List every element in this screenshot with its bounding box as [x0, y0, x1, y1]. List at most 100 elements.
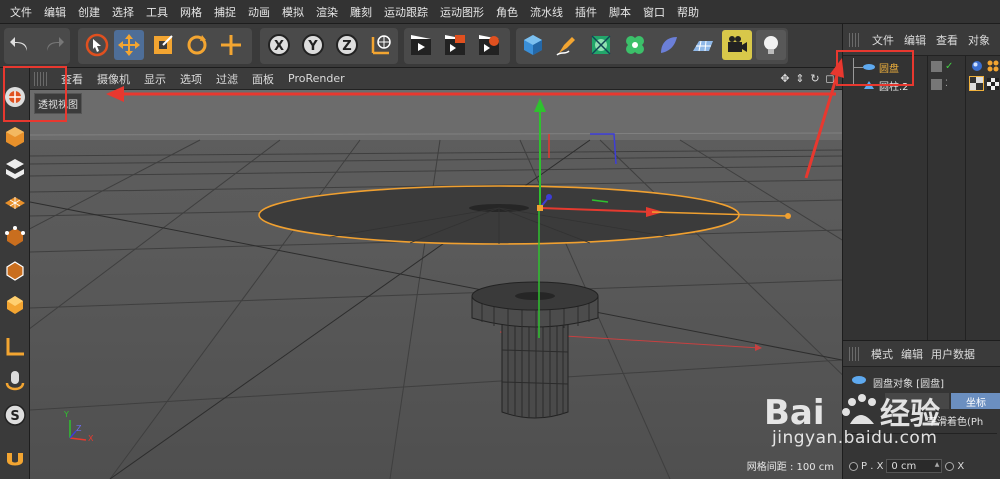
- cloner-icon[interactable]: [620, 30, 650, 60]
- panel-grip[interactable]: [849, 346, 861, 361]
- scale-icon[interactable]: [148, 30, 178, 60]
- layer-icon[interactable]: [931, 79, 942, 90]
- undo-icon[interactable]: [6, 30, 36, 60]
- world-coordinates-icon[interactable]: [366, 30, 396, 60]
- snap-icon[interactable]: S: [2, 402, 28, 428]
- workplane-mode-icon[interactable]: [2, 188, 28, 214]
- menu-simulate[interactable]: 模拟: [276, 4, 310, 20]
- scale-x-radio[interactable]: [945, 461, 955, 471]
- viewport-menu-options[interactable]: 选项: [173, 71, 209, 87]
- orbit-icon[interactable]: ↻: [809, 71, 821, 85]
- attr-menu-edit[interactable]: 编辑: [897, 346, 927, 362]
- column-divider: [965, 56, 966, 340]
- menu-sculpt[interactable]: 雕刻: [344, 4, 378, 20]
- attr-menu-user-data[interactable]: 用户数据: [927, 346, 979, 362]
- viewport-menu-display[interactable]: 显示: [137, 71, 173, 87]
- pan-icon[interactable]: ✥: [779, 71, 791, 85]
- viewport-menu-panel[interactable]: 面板: [245, 71, 281, 87]
- menu-help[interactable]: 帮助: [671, 4, 705, 20]
- menu-window[interactable]: 窗口: [637, 4, 671, 20]
- menu-render[interactable]: 渲染: [310, 4, 344, 20]
- menu-character[interactable]: 角色: [490, 4, 524, 20]
- pen-icon[interactable]: [552, 30, 582, 60]
- x-axis-lock-icon[interactable]: X: [264, 30, 294, 60]
- axis-mode-icon[interactable]: [2, 334, 28, 360]
- cube-icon[interactable]: [518, 30, 548, 60]
- snap-glyph: S: [10, 409, 19, 424]
- y-axis-lock-glyph: Y: [307, 39, 318, 54]
- move-icon[interactable]: [114, 30, 144, 60]
- sky-band: [30, 90, 842, 140]
- main-toolbar: X Y Z: [0, 24, 842, 68]
- layer-icon[interactable]: [931, 61, 942, 72]
- disc-object[interactable]: [258, 185, 740, 245]
- menu-snap[interactable]: 捕捉: [208, 4, 242, 20]
- perspective-viewport[interactable]: 透视视图 Y X Z 网格间距 : 100 cm: [30, 90, 842, 479]
- objmgr-menu-file[interactable]: 文件: [867, 32, 899, 48]
- magnet-icon[interactable]: [2, 446, 28, 472]
- objmgr-menu-view[interactable]: 查看: [931, 32, 963, 48]
- render-view-icon[interactable]: [406, 30, 436, 60]
- position-x-label: P . X: [861, 460, 884, 472]
- enabled-check-icon[interactable]: ✓: [945, 61, 956, 72]
- position-x-field[interactable]: 0 cm: [886, 459, 943, 473]
- tweak-mode-icon[interactable]: [2, 368, 28, 394]
- viewport-menu-cameras[interactable]: 摄像机: [90, 71, 137, 87]
- render-settings-icon[interactable]: [474, 30, 504, 60]
- menu-plugins[interactable]: 插件: [569, 4, 603, 20]
- menu-tools[interactable]: 工具: [140, 4, 174, 20]
- floor-icon[interactable]: [688, 30, 718, 60]
- render-picture-viewer-icon[interactable]: [440, 30, 470, 60]
- material-tag-icon[interactable]: [987, 60, 999, 72]
- viewport-menu-filter[interactable]: 过滤: [209, 71, 245, 87]
- menu-edit[interactable]: 编辑: [38, 4, 72, 20]
- redo-icon[interactable]: [38, 30, 68, 60]
- recent-tools-icon[interactable]: [216, 30, 246, 60]
- menu-select[interactable]: 选择: [106, 4, 140, 20]
- menu-pipeline[interactable]: 流水线: [524, 4, 569, 20]
- disc-radius-handle[interactable]: [785, 213, 791, 219]
- z-axis-lock-icon[interactable]: Z: [332, 30, 362, 60]
- viewport-menu-bar: 查看 摄像机 显示 选项 过滤 面板 ProRender ✥ ⇕ ↻ ◻: [30, 68, 842, 90]
- x-axis-lock-glyph: X: [274, 39, 284, 54]
- object-axis-origin[interactable]: [537, 205, 543, 211]
- subdivision-icon[interactable]: [586, 30, 616, 60]
- objmgr-menu-edit[interactable]: 编辑: [899, 32, 931, 48]
- texture-tag-icon[interactable]: [969, 76, 984, 91]
- visibility-dots-icon[interactable]: ⁚: [945, 79, 956, 90]
- menu-script[interactable]: 脚本: [603, 4, 637, 20]
- deformer-icon[interactable]: [654, 30, 684, 60]
- attr-menu-mode[interactable]: 模式: [867, 346, 897, 362]
- edges-mode-icon[interactable]: [2, 258, 28, 284]
- menu-file[interactable]: 文件: [4, 4, 38, 20]
- rotate-icon[interactable]: [182, 30, 212, 60]
- position-x-radio[interactable]: [849, 461, 858, 471]
- dolly-icon[interactable]: ⇕: [794, 71, 806, 85]
- checker-tag-icon[interactable]: [987, 78, 999, 90]
- menu-motion-tracking[interactable]: 运动跟踪: [378, 4, 434, 20]
- menu-animate[interactable]: 动画: [242, 4, 276, 20]
- menu-mesh[interactable]: 网格: [174, 4, 208, 20]
- polygons-mode-icon[interactable]: [2, 292, 28, 318]
- camera-icon[interactable]: [722, 30, 752, 60]
- cylinder-object[interactable]: [471, 281, 599, 419]
- baidu-logo: Bai 经验: [764, 393, 940, 433]
- y-axis-lock-icon[interactable]: Y: [298, 30, 328, 60]
- z-axis-dot[interactable]: [546, 194, 552, 200]
- attribute-manager-menu: 模式 编辑 用户数据: [843, 341, 1000, 367]
- menu-mograph[interactable]: 运动图形: [434, 4, 490, 20]
- scale-x-label: X: [957, 460, 965, 472]
- live-select-icon[interactable]: [82, 30, 112, 60]
- highlight-box-disc-object: [836, 50, 914, 86]
- light-icon[interactable]: [756, 30, 786, 60]
- menu-create[interactable]: 创建: [72, 4, 106, 20]
- objmgr-menu-objects[interactable]: 对象: [963, 32, 995, 48]
- phong-tag-icon[interactable]: [971, 60, 983, 72]
- model-mode-icon[interactable]: [2, 124, 28, 150]
- panel-grip[interactable]: [849, 32, 861, 47]
- viewport-menu-prorender[interactable]: ProRender: [281, 72, 352, 85]
- z-axis-lock-glyph: Z: [342, 39, 351, 54]
- points-mode-icon[interactable]: [2, 224, 28, 250]
- texture-mode-icon[interactable]: [2, 156, 28, 182]
- maximize-view-icon[interactable]: ◻: [824, 71, 836, 85]
